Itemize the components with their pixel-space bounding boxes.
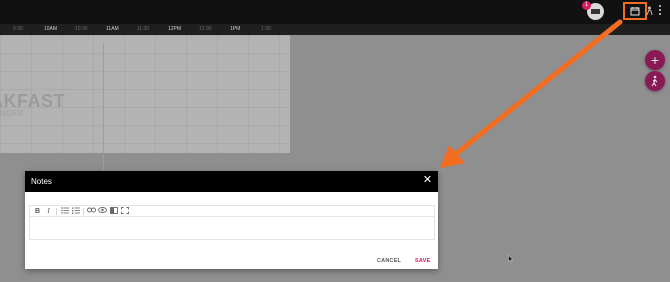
notes-editor: B I: [29, 205, 435, 240]
italic-button[interactable]: I: [44, 207, 53, 216]
eye-icon[interactable]: [98, 207, 107, 216]
cancel-button[interactable]: CANCEL: [377, 258, 401, 264]
bullet-list-icon[interactable]: [60, 207, 69, 216]
fullscreen-icon[interactable]: [120, 207, 129, 216]
dialog-title: Notes: [31, 177, 52, 186]
mouse-cursor-icon: [508, 255, 514, 263]
notes-dialog: Notes ✕ B I CANCEL SAVE: [25, 171, 438, 269]
save-button[interactable]: SAVE: [415, 258, 430, 264]
link-icon[interactable]: [87, 207, 96, 216]
bold-button[interactable]: B: [33, 207, 42, 216]
editor-toolbar: B I: [30, 206, 434, 217]
notes-textarea[interactable]: [30, 218, 434, 240]
close-icon[interactable]: ✕: [422, 175, 433, 186]
toolbar-divider: [56, 208, 57, 215]
dialog-header: Notes ✕: [25, 171, 438, 192]
numbered-list-icon[interactable]: [71, 207, 80, 216]
columns-icon[interactable]: [109, 207, 118, 216]
toolbar-divider: [83, 208, 84, 215]
